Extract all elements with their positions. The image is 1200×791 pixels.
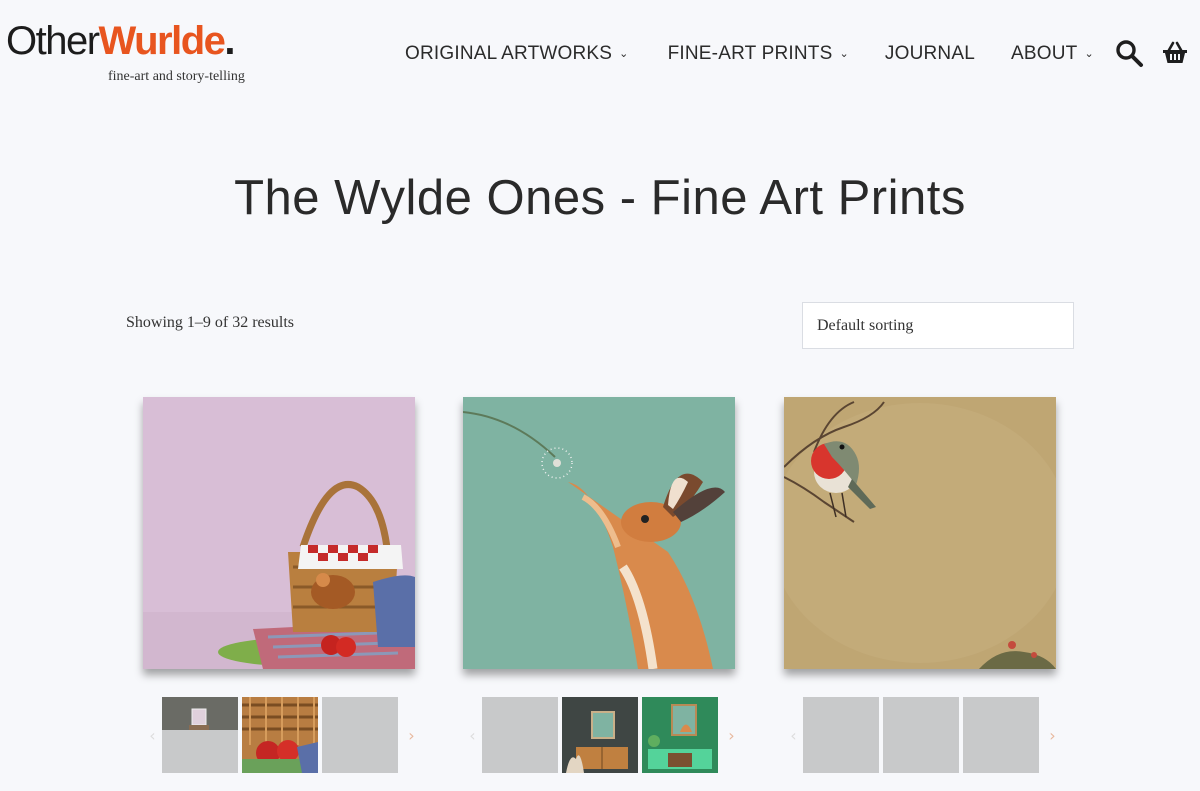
chevron-left-icon[interactable]: ‹ [143,726,162,745]
search-icon[interactable] [1114,38,1144,68]
chevron-down-icon: ⌄ [619,47,629,60]
thumbnail-carousel: ‹ › [463,697,741,773]
logo-tagline: fine-art and story-telling [108,69,245,84]
chevron-down-icon: ⌄ [1084,47,1094,60]
thumbnail[interactable] [883,697,959,773]
thumbnail[interactable] [642,697,718,773]
basket-icon[interactable] [1161,38,1189,68]
thumbnail-carousel: ‹ › [143,697,421,773]
logo-wordmark: OtherWurlde. [6,19,235,63]
chevron-left-icon[interactable]: ‹ [463,726,482,745]
site-logo[interactable]: OtherWurlde. fine-art and story-telling [6,18,245,84]
chevron-right-icon[interactable]: › [1043,726,1062,745]
product-image-picnic-basket[interactable] [143,397,415,669]
thumbnail[interactable] [482,697,558,773]
thumbnail[interactable] [803,697,879,773]
thumbnail[interactable] [562,697,638,773]
thumbnail[interactable] [322,697,398,773]
chevron-right-icon[interactable]: › [722,726,741,745]
product-image-hare-dandelion[interactable] [463,397,735,669]
nav-item-original-artworks[interactable]: ORIGINAL ARTWORKS ⌄ [405,40,629,68]
sort-select[interactable]: Default sorting [802,302,1074,349]
thumbnail-carousel: ‹ › [784,697,1062,773]
result-count: Showing 1–9 of 32 results [126,314,294,331]
nav-item-label: ABOUT [1010,43,1078,64]
product-image-robin-branch[interactable] [784,397,1056,669]
nav-item-label: ORIGINAL ARTWORKS [405,43,613,64]
nav-item-fine-art-prints[interactable]: FINE-ART PRINTS ⌄ [668,40,849,68]
chevron-down-icon: ⌄ [839,47,849,60]
nav-item-label: FINE-ART PRINTS [667,43,833,64]
nav-item-label: JOURNAL [884,43,975,64]
main-nav: ORIGINAL ARTWORKS ⌄ FINE-ART PRINTS ⌄ JO… [405,40,1094,68]
chevron-right-icon[interactable]: › [402,726,421,745]
thumbnail[interactable] [242,697,318,773]
nav-item-journal[interactable]: JOURNAL [885,40,975,68]
thumbnail[interactable] [963,697,1039,773]
nav-item-about[interactable]: ABOUT ⌄ [1011,40,1094,68]
chevron-left-icon[interactable]: ‹ [784,726,803,745]
thumbnail[interactable] [162,697,238,773]
page-title: The Wylde Ones - Fine Art Prints [234,171,966,225]
